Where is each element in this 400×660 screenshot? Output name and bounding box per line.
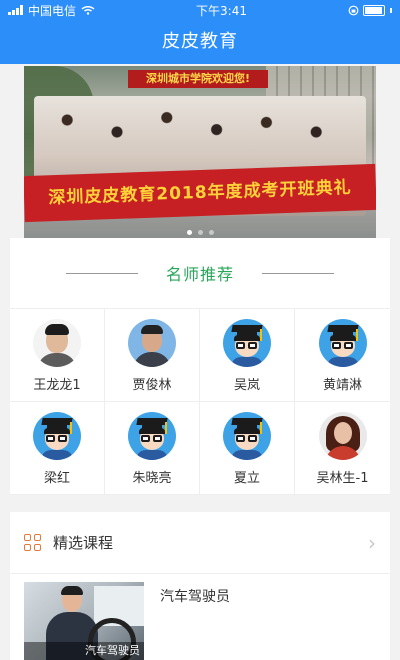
wifi-icon — [81, 5, 95, 15]
carousel-dot — [186, 230, 192, 235]
grid-icon — [24, 534, 41, 551]
teacher-card[interactable]: 贾俊林 — [105, 309, 200, 402]
teacher-section-title: 名师推荐 — [165, 265, 234, 284]
course-thumbnail: 汽车驾驶员 — [24, 582, 144, 660]
graduate-avatar-icon — [318, 319, 367, 367]
teacher-card[interactable]: 吴岚 — [200, 309, 295, 402]
chevron-right-icon: › — [368, 530, 376, 555]
divider-left — [65, 272, 138, 274]
course-item[interactable]: 汽车驾驶员 汽车驾驶员 — [24, 582, 376, 660]
teacher-avatar — [33, 319, 81, 367]
course-title: 汽车驾驶员 — [160, 589, 230, 605]
teacher-name: 夏立 — [233, 471, 260, 486]
teacher-card[interactable]: 吴林生-1 — [295, 402, 390, 495]
teacher-grid: 王龙龙1 贾俊林 吴岚 黄靖淋 梁红 朱晓亮 夏立 吴林生-1 — [10, 308, 390, 495]
course-section: 精选课程 › 汽车驾驶员 汽车驾驶员 — [10, 512, 390, 660]
banner-sign: 深圳城市学院欢迎您! — [128, 70, 268, 88]
course-section-title: 精选课程 — [53, 534, 114, 552]
carousel-dot — [208, 230, 214, 235]
carrier-label: 中国电信 — [28, 3, 77, 18]
page-title: 皮皮教育 — [162, 31, 238, 52]
teacher-avatar — [128, 319, 176, 367]
teacher-name: 贾俊林 — [132, 378, 172, 393]
teacher-avatar — [318, 412, 367, 460]
status-bar: 中国电信 下午3:41 — [0, 0, 400, 20]
course-section-header[interactable]: 精选课程 › — [10, 512, 390, 574]
graduate-avatar-icon — [223, 412, 271, 460]
graduate-avatar-icon — [223, 319, 271, 367]
teacher-name: 朱晓亮 — [132, 471, 172, 486]
teacher-name: 梁红 — [43, 471, 70, 486]
teacher-card[interactable]: 王龙龙1 — [10, 309, 105, 402]
banner-carousel[interactable]: 深圳城市学院欢迎您! 深圳皮皮教育2018年度成考开班典礼 — [24, 66, 376, 238]
teacher-section-header: 名师推荐 — [10, 238, 390, 308]
carousel-dots — [24, 230, 376, 235]
divider-right — [262, 272, 334, 274]
teacher-section: 名师推荐 王龙龙1 贾俊林 吴岚 黄靖淋 梁红 朱晓亮 夏立 吴林生-1 — [10, 238, 390, 495]
graduate-avatar-icon — [128, 412, 176, 460]
thumbnail-caption: 汽车驾驶员 — [24, 642, 144, 660]
orientation-lock-icon — [348, 5, 359, 15]
app-header: 中国电信 下午3:41 皮皮教育 — [0, 0, 400, 64]
teacher-name: 黄靖淋 — [322, 378, 362, 393]
teacher-name: 王龙龙1 — [33, 378, 81, 393]
teacher-card[interactable]: 梁红 — [10, 402, 105, 495]
signal-icon — [8, 5, 23, 15]
teacher-name: 吴岚 — [233, 378, 260, 393]
graduate-avatar-icon — [33, 412, 81, 460]
carousel-dot — [197, 230, 203, 235]
status-time: 下午3:41 — [196, 3, 247, 18]
teacher-card[interactable]: 夏立 — [200, 402, 295, 495]
battery-icon — [363, 4, 385, 16]
teacher-card[interactable]: 朱晓亮 — [105, 402, 200, 495]
teacher-name: 吴林生-1 — [316, 471, 369, 486]
teacher-card[interactable]: 黄靖淋 — [295, 309, 390, 402]
